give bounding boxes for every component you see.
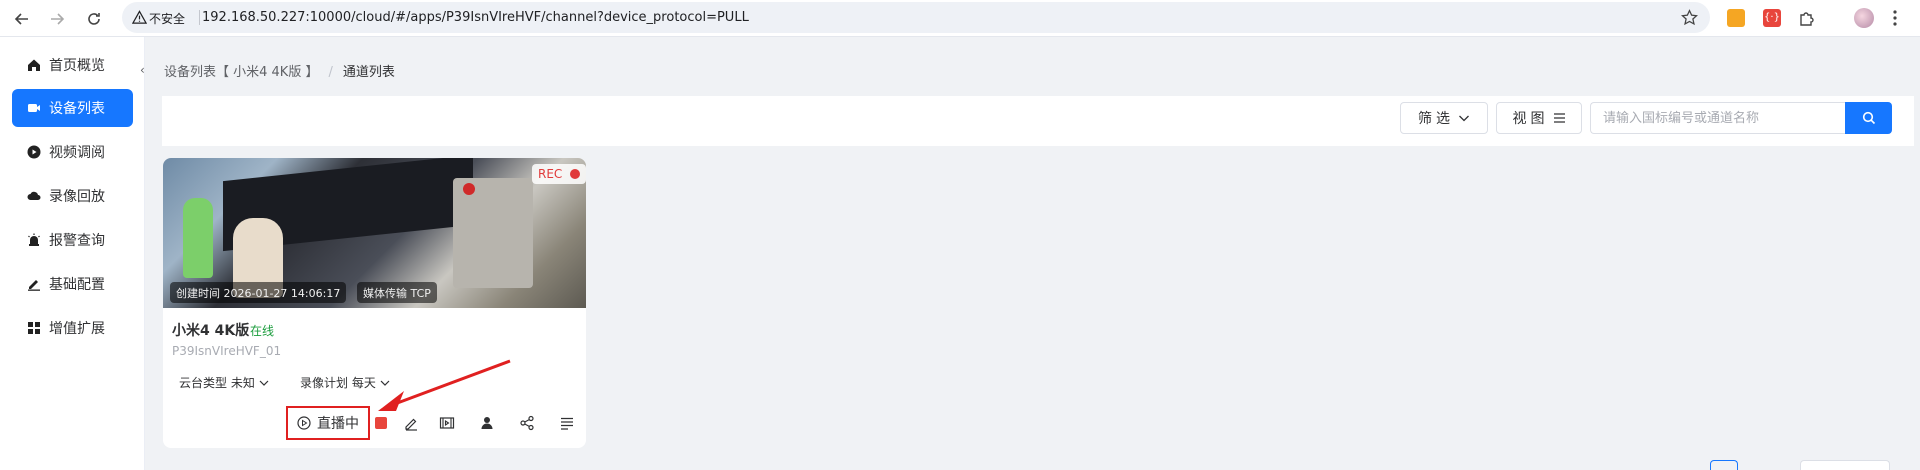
thumbnail-figure (183, 198, 213, 278)
reload-icon[interactable] (81, 6, 107, 32)
filter-label: 筛选 (1418, 111, 1454, 127)
collapse-sidebar-icon[interactable]: ‹ (140, 63, 145, 77)
pagination-page[interactable] (1710, 460, 1738, 470)
thumbnail-object (453, 178, 533, 288)
channel-thumbnail[interactable]: REC 创建时间 2026-01-27 14:06:17 媒体传输 TCP (163, 158, 586, 308)
extension-orange-icon[interactable] (1727, 9, 1745, 27)
forward-icon[interactable] (44, 6, 70, 32)
sidebar: 首页概览 设备列表 视频调阅 录像回放 报警查询 基础配置 增值扩展 (0, 37, 145, 470)
rec-label: REC (538, 167, 563, 181)
warning-icon (132, 10, 147, 24)
insecure-label: 不安全 (149, 12, 186, 26)
sidebar-item-extensions[interactable]: 增值扩展 (12, 309, 133, 347)
bookmark-star-icon[interactable] (1681, 9, 1698, 26)
sidebar-item-devices[interactable]: 设备列表 (12, 89, 133, 127)
alarm-icon (28, 233, 40, 246)
filter-button[interactable]: 筛选 (1400, 102, 1488, 134)
ptz-type-label: 云台类型 未知 (179, 376, 255, 390)
sidebar-item-label: 基础配置 (49, 277, 105, 293)
grid-icon (28, 322, 40, 334)
status-badge: 在线 (250, 324, 275, 338)
edit-icon (28, 280, 40, 291)
sidebar-item-label: 报警查询 (49, 233, 105, 249)
sidebar-item-label: 视频调阅 (49, 145, 105, 161)
home-icon (28, 59, 40, 71)
view-button[interactable]: 视图 (1496, 102, 1582, 134)
sidebar-item-home[interactable]: 首页概览 (12, 46, 133, 84)
breadcrumb-separator: / (328, 65, 333, 80)
address-bar[interactable]: 不安全 192.168.50.227:10000/cloud/#/apps/P3… (122, 2, 1710, 33)
edit-icon[interactable] (403, 415, 419, 431)
stop-record-icon[interactable] (375, 417, 387, 429)
address-divider (199, 10, 200, 25)
pagination-size-select[interactable] (1800, 460, 1890, 470)
rec-badge: REC (532, 164, 586, 184)
channel-id: P39IsnVIreHVF_01 (172, 344, 282, 358)
sidebar-item-video[interactable]: 视频调阅 (12, 133, 133, 171)
user-icon[interactable] (479, 415, 495, 431)
search-input[interactable] (1590, 102, 1846, 134)
kebab-menu-icon[interactable] (1892, 9, 1898, 27)
browser-toolbar: 不安全 192.168.50.227:10000/cloud/#/apps/P3… (0, 0, 1920, 37)
search-icon (1862, 111, 1875, 125)
breadcrumb: 设备列表【 小米4 4K版 】 / 通道列表 (164, 61, 395, 80)
breadcrumb-current: 通道列表 (342, 65, 395, 80)
back-icon[interactable] (9, 6, 35, 32)
live-button[interactable]: 直播中 (286, 406, 370, 440)
created-time-badge: 创建时间 2026-01-27 14:06:17 (170, 282, 347, 303)
device-icon (28, 104, 40, 112)
view-label: 视图 (1512, 111, 1549, 127)
cloud-icon (27, 191, 41, 200)
sidebar-item-label: 增值扩展 (49, 321, 105, 337)
record-plan-label: 录像计划 每天 (300, 376, 376, 390)
rec-dot-icon (570, 169, 581, 179)
share-icon[interactable] (519, 415, 535, 431)
sidebar-item-label: 首页概览 (49, 58, 105, 74)
sidebar-item-label: 录像回放 (49, 189, 105, 205)
profile-avatar[interactable] (1854, 8, 1874, 28)
details-list-icon[interactable] (559, 415, 575, 431)
annotation-arrow-icon (378, 359, 511, 411)
play-circle-icon (27, 145, 41, 159)
list-icon (1553, 113, 1565, 123)
play-circle-icon (297, 416, 311, 430)
extensions-puzzle-icon[interactable] (1798, 9, 1816, 27)
sidebar-item-playback[interactable]: 录像回放 (12, 177, 133, 215)
breadcrumb-parent[interactable]: 设备列表【 小米4 4K版 】 (164, 65, 318, 80)
sidebar-item-config[interactable]: 基础配置 (12, 265, 133, 303)
channel-name: 小米4 4K版 (172, 323, 250, 339)
chevron-down-icon (1459, 115, 1469, 122)
live-label: 直播中 (317, 416, 359, 432)
thumbnail-object (463, 183, 475, 195)
extension-red-icon[interactable]: {·} (1763, 9, 1781, 27)
toolbar: 筛选 视图 (162, 96, 1914, 146)
transport-badge: 媒体传输 TCP (357, 282, 437, 303)
film-icon[interactable] (439, 415, 455, 431)
sidebar-item-label: 设备列表 (49, 101, 105, 117)
chevron-down-icon (259, 380, 269, 386)
sidebar-item-alarm[interactable]: 报警查询 (12, 221, 133, 259)
search-button[interactable] (1845, 102, 1892, 134)
ptz-type-dropdown[interactable]: 云台类型 未知 (179, 374, 269, 391)
url-text[interactable]: 192.168.50.227:10000/cloud/#/apps/P39Isn… (202, 10, 749, 25)
